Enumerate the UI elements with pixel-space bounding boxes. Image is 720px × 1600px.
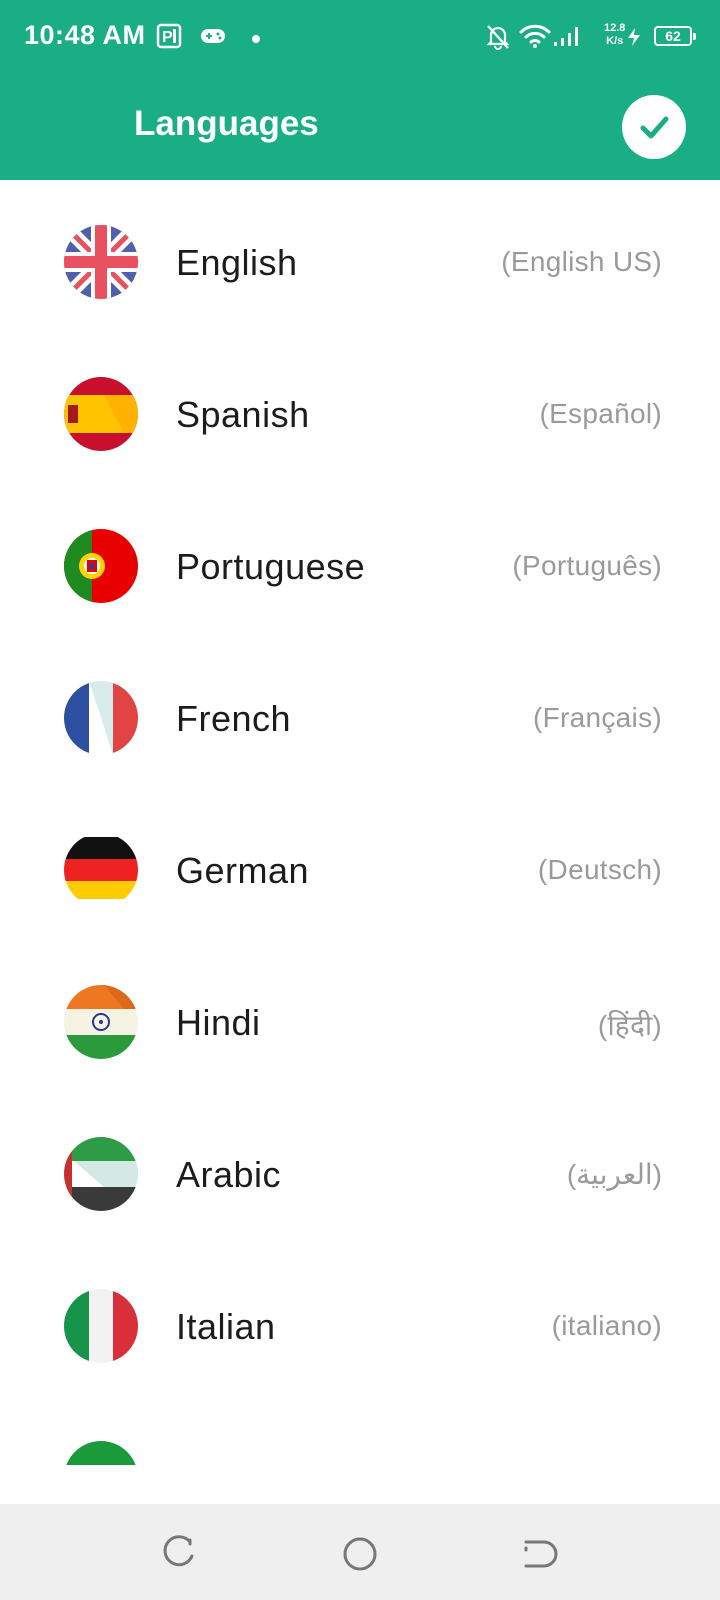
charging-icon — [626, 27, 642, 52]
language-item-hindi[interactable]: Hindi (हिंदी) — [0, 940, 720, 1095]
home-icon[interactable] — [340, 1534, 380, 1574]
language-item-german[interactable]: German (Deutsch) — [0, 788, 720, 943]
language-name: Arabic — [176, 1154, 282, 1195]
italy-flag-icon — [64, 1289, 138, 1363]
dot-icon — [251, 31, 261, 49]
language-name: Hindi — [176, 1002, 261, 1043]
back-icon[interactable] — [520, 1534, 560, 1574]
language-item-english[interactable]: English (English US) — [0, 180, 720, 335]
germany-flag-icon — [64, 833, 138, 907]
wifi-icon — [518, 22, 552, 55]
app-header: 10:48 AM P 12.8 K/s 62 Languages — [0, 0, 720, 180]
language-native-name: (हिंदी) — [597, 1010, 662, 1041]
page-title: Languages — [134, 104, 319, 143]
net-speed-unit: K/s — [606, 35, 624, 47]
language-item-partial[interactable] — [0, 1396, 720, 1504]
language-native-name: (Français) — [532, 702, 662, 733]
language-native-name: (English US) — [501, 246, 662, 277]
language-native-name: (Español) — [539, 398, 662, 429]
app-p-icon: P — [156, 23, 182, 54]
language-list: English (English US) Spanish (Español) P… — [0, 180, 720, 1504]
portugal-flag-icon — [64, 529, 138, 603]
svg-text:P: P — [162, 29, 173, 46]
language-native-name: (italiano) — [551, 1310, 662, 1341]
uk-flag-icon — [64, 225, 138, 299]
signal-icon — [552, 24, 582, 53]
language-name: French — [176, 698, 292, 739]
language-native-name: (Português) — [512, 550, 662, 581]
language-name: Spanish — [176, 394, 310, 435]
net-speed-value: 12.8 — [604, 22, 626, 34]
confirm-button[interactable] — [622, 95, 686, 159]
language-item-spanish[interactable]: Spanish (Español) — [0, 332, 720, 487]
language-name: Portuguese — [176, 546, 366, 587]
language-name: German — [176, 850, 310, 891]
language-item-french[interactable]: French (Français) — [0, 636, 720, 791]
flag-icon — [64, 1441, 138, 1504]
recent-apps-icon[interactable] — [160, 1534, 200, 1574]
language-native-name: (Deutsch) — [537, 854, 662, 885]
language-native-name: (العربية) — [566, 1159, 662, 1190]
language-item-arabic[interactable]: Arabic (العربية) — [0, 1092, 720, 1247]
india-flag-icon — [64, 985, 138, 1059]
language-name: English — [176, 242, 298, 283]
language-name: Italian — [176, 1306, 276, 1347]
status-time: 10:48 AM — [24, 20, 146, 50]
uae-flag-icon — [64, 1137, 138, 1211]
system-nav-bar — [0, 1504, 720, 1600]
status-bar: 10:48 AM P 12.8 K/s 62 — [0, 0, 720, 72]
check-icon — [640, 116, 669, 139]
language-item-italian[interactable]: Italian (italiano) — [0, 1244, 720, 1399]
battery-icon: 62 — [654, 26, 696, 46]
france-flag-icon — [64, 681, 138, 755]
gamepad-icon — [200, 26, 226, 51]
language-item-portuguese[interactable]: Portuguese (Português) — [0, 484, 720, 639]
bell-off-icon — [484, 22, 512, 55]
net-speed: 12.8 K/s — [604, 22, 625, 48]
spain-flag-icon — [64, 377, 138, 451]
